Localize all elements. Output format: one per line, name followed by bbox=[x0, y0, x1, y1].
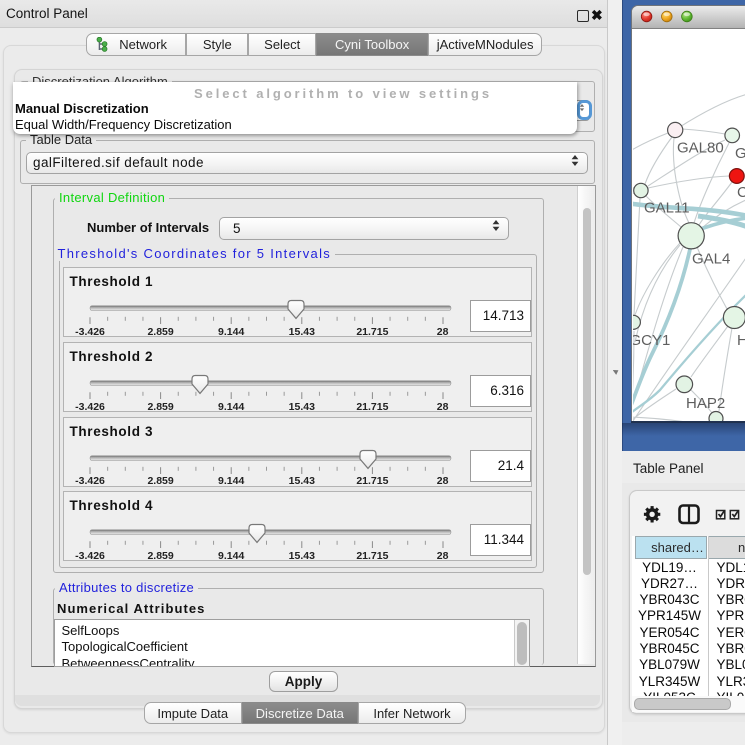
svg-text:HAP2: HAP2 bbox=[686, 395, 725, 412]
svg-text:HIS: HIS bbox=[737, 332, 745, 349]
svg-text:GAL80: GAL80 bbox=[677, 140, 724, 157]
svg-text:GAL4: GAL4 bbox=[692, 251, 730, 268]
svg-text:GAL: GAL bbox=[735, 145, 745, 162]
svg-text:CY: CY bbox=[737, 184, 745, 201]
svg-text:GCY1: GCY1 bbox=[633, 332, 670, 349]
svg-text:GAL11: GAL11 bbox=[644, 200, 690, 217]
